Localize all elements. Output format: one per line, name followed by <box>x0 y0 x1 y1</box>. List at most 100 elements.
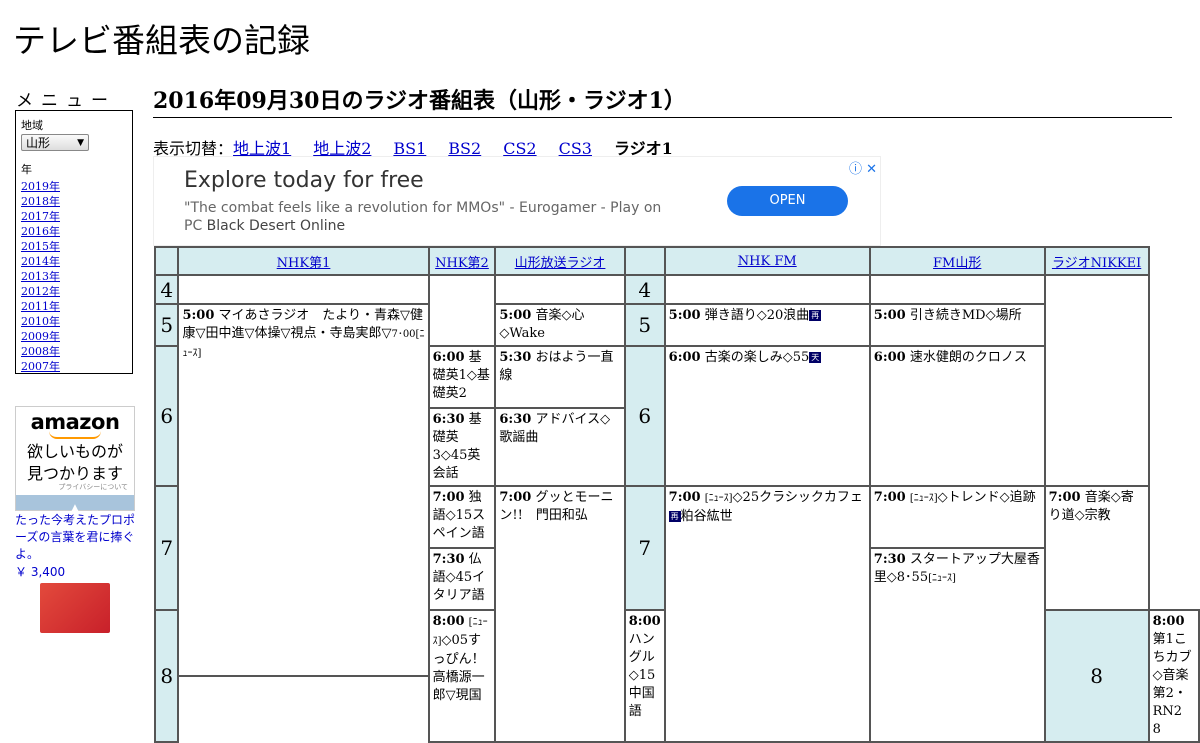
product-price: ￥ 3,400 <box>15 565 66 579</box>
amazon-scroll-bar[interactable]: ▲ <box>16 495 134 513</box>
year-link[interactable]: 2011年 <box>21 300 60 313</box>
hour-cell: 4 <box>153 274 180 305</box>
empty-slot <box>427 274 497 347</box>
program-cell[interactable]: 5:00 音楽◇心◇Wake <box>494 303 626 347</box>
program-cell[interactable]: 7:30 スタートアップ大屋香里◇8･55[ﾆｭｰｽ] <box>868 547 1046 743</box>
channel-link[interactable]: NHK第2 <box>435 256 489 271</box>
program-cell[interactable]: 6:30 アドバイス◇歌謡曲 <box>494 407 626 487</box>
menu-title: メニュー <box>16 91 116 111</box>
empty-slot <box>868 274 1046 305</box>
amazon-message: 欲しいものが 見つかります <box>16 441 134 485</box>
year-link[interactable]: 2013年 <box>21 270 60 283</box>
hour-cell: 7 <box>623 485 666 611</box>
weather-badge: 天 <box>809 352 822 363</box>
product-title-link[interactable]: たった今考えたプロポーズの言葉を君に捧ぐよ。 <box>15 512 137 563</box>
ad-headline[interactable]: Explore today for free <box>184 168 424 193</box>
hour-cell: 5 <box>623 303 666 347</box>
year-link[interactable]: 2017年 <box>21 210 60 223</box>
year-link[interactable]: 2012年 <box>21 285 60 298</box>
empty-slot <box>1043 274 1150 487</box>
program-cell[interactable]: 7:00 独語◇15スペイン語 <box>427 485 497 549</box>
program-cell[interactable]: 5:00 弾き語り◇20浪曲再 <box>663 303 871 347</box>
rerun-badge: 再 <box>809 310 822 321</box>
year-link[interactable]: 2016年 <box>21 225 60 238</box>
amazon-logo: amazon <box>30 410 120 434</box>
year-list: 2019年 2018年 2017年 2016年 2015年 2014年 2013… <box>21 179 127 374</box>
ad-open-button[interactable]: OPEN <box>727 186 848 216</box>
channel-header-nikkei: ラジオNIKKEI <box>1043 246 1150 276</box>
program-cell[interactable]: 7:30 仏語◇45イタリア語 <box>427 547 497 611</box>
hour-cell: 7 <box>153 485 180 611</box>
year-item: 2007年 <box>21 359 127 374</box>
ad-info-close-icon[interactable]: ⓘ ✕ <box>849 158 877 177</box>
channel-header-nhk1: NHK第1 <box>177 246 430 276</box>
year-item: 2018年 <box>21 194 127 209</box>
program-cell[interactable]: 6:00 基礎英1◇基礎英2 <box>427 345 497 409</box>
year-item: 2015年 <box>21 239 127 254</box>
program-cell[interactable]: 5:00 引き続きMD◇場所 <box>868 303 1046 347</box>
amazon-ad-banner[interactable]: amazon 欲しいものが 見つかります プライバシーについて ▲ <box>15 406 135 513</box>
channel-header-ybc: 山形放送ラジオ <box>494 246 626 276</box>
year-link[interactable]: 2008年 <box>21 345 60 358</box>
empty-slot <box>177 274 430 305</box>
empty-slot <box>663 274 871 305</box>
ad-description: "The combat feels like a revolution for … <box>184 199 674 235</box>
program-cell[interactable]: 7:00 音楽◇寄り道◇宗教 <box>1043 485 1150 611</box>
year-link[interactable]: 2019年 <box>21 180 60 193</box>
program-cell[interactable]: 6:00 速水健朗のクロノス <box>868 345 1046 487</box>
year-link[interactable]: 2009年 <box>21 330 60 343</box>
ad-desc-brand: Black Desert Online <box>206 218 346 234</box>
corner-cell <box>153 246 180 276</box>
schedule-grid: NHK第1 NHK第2 山形放送ラジオ NHK FM FM山形 ラジオNIKKE… <box>153 246 1200 743</box>
channel-link[interactable]: FM山形 <box>933 256 981 271</box>
year-link[interactable]: 2010年 <box>21 315 60 328</box>
hour-cell: 6 <box>153 345 180 487</box>
year-item: 2009年 <box>21 329 127 344</box>
program-cell[interactable]: 5:00 マイあさラジオ たより・青森▽健康▽田中進▽体操▽視点・寺島実郎▽7･… <box>177 303 430 677</box>
year-item: 2019年 <box>21 179 127 194</box>
program-cell[interactable]: 5:30 おはよう一直線 <box>494 345 626 409</box>
year-link[interactable]: 2015年 <box>21 240 60 253</box>
year-item: 2008年 <box>21 344 127 359</box>
year-link[interactable]: 2014年 <box>21 255 60 268</box>
amazon-message-line1: 欲しいものが <box>26 442 123 461</box>
hour-cell: 6 <box>623 345 666 487</box>
page-heading: 2016年09月30日のラジオ番組表（山形・ラジオ1） <box>153 83 1172 118</box>
display-ad[interactable]: Explore today for free "The combat feels… <box>153 156 881 246</box>
region-label: 地域 <box>21 119 43 132</box>
program-cell[interactable]: 7:00 [ﾆｭｰｽ]◇トレンド◇追跡 <box>868 485 1046 549</box>
hour-cell: 4 <box>623 274 666 305</box>
channel-link[interactable]: ラジオNIKKEI <box>1052 256 1141 271</box>
year-item: 2011年 <box>21 299 127 314</box>
year-item: 2014年 <box>21 254 127 269</box>
program-cell[interactable]: 7:00 [ﾆｭｰｽ]◇25クラシックカフェ再 粕谷紘世 <box>663 485 871 743</box>
channel-header-fmy: FM山形 <box>868 246 1046 276</box>
year-label: 年 <box>21 163 32 176</box>
year-item: 2012年 <box>21 284 127 299</box>
channel-link[interactable]: NHK第1 <box>277 256 331 271</box>
channel-header-nhk2: NHK第2 <box>427 246 497 276</box>
program-cell[interactable]: 6:30 基礎英3◇45英会話 <box>427 407 497 487</box>
program-cell[interactable]: 7:00 グッとモーニン!! 門田和弘 <box>494 485 626 743</box>
region-select-value: 山形 <box>26 136 51 150</box>
channel-link[interactable]: 山形放送ラジオ <box>515 256 606 271</box>
site-title: テレビ番組表の記録 <box>13 21 310 60</box>
year-item: 2010年 <box>21 314 127 329</box>
menu-box: 地域 山形 ▼ 年 2019年 2018年 2017年 2016年 2015年 … <box>15 110 133 374</box>
year-item: 2016年 <box>21 224 127 239</box>
amazon-privacy-link[interactable]: プライバシーについて <box>58 482 128 492</box>
year-item: 2013年 <box>21 269 127 284</box>
channel-header-nhkfm: NHK FM <box>663 246 871 276</box>
product-image[interactable] <box>40 583 110 633</box>
year-link[interactable]: 2007年 <box>21 360 60 373</box>
triangle-down-icon: ▼ <box>77 137 84 148</box>
program-cell[interactable]: 6:00 古楽の楽しみ◇55 天 <box>663 345 871 487</box>
year-link[interactable]: 2018年 <box>21 195 60 208</box>
region-select[interactable]: 山形 ▼ <box>21 134 89 151</box>
year-item: 2017年 <box>21 209 127 224</box>
rerun-badge: 再 <box>668 511 681 522</box>
hour-cell: 5 <box>153 303 180 347</box>
corner-cell <box>623 246 666 276</box>
channel-link[interactable]: NHK FM <box>738 254 797 269</box>
empty-slot <box>494 274 626 305</box>
